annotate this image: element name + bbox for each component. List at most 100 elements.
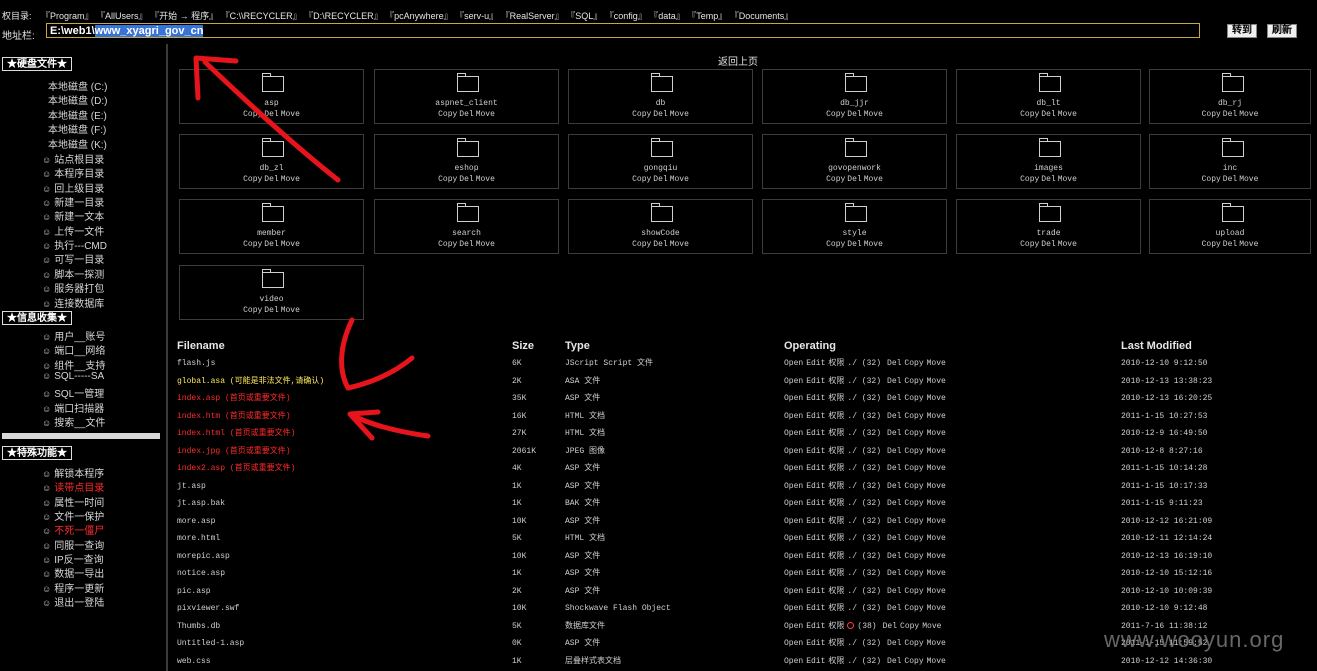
move-link[interactable]: Move <box>864 240 883 249</box>
open-link[interactable]: Open <box>784 447 803 456</box>
edit-link[interactable]: Edit <box>806 377 825 386</box>
edit-link[interactable]: Edit <box>806 639 825 648</box>
folder-name[interactable]: aspnet_client <box>375 99 558 108</box>
drive-item[interactable]: 本地磁盘 (D:) <box>48 92 107 107</box>
folder-tile[interactable]: style Copy Del Move <box>762 199 947 254</box>
open-link[interactable]: Open <box>784 587 803 596</box>
move-link[interactable]: Move <box>670 175 689 184</box>
delete-link[interactable]: Del <box>887 587 901 596</box>
move-link[interactable]: Move <box>281 240 300 249</box>
move-link[interactable]: Move <box>927 587 946 596</box>
move-link[interactable]: Move <box>476 240 495 249</box>
edit-link[interactable]: Edit <box>806 552 825 561</box>
delete-link[interactable]: Del <box>264 306 278 315</box>
delete-link[interactable]: Del <box>653 175 667 184</box>
permission-dir-link[interactable]: 『pcAnywhere』 <box>390 11 453 21</box>
move-link[interactable]: Move <box>927 604 946 613</box>
permission-dir-link[interactable]: 『data』 <box>654 11 685 21</box>
file-name[interactable]: more.asp <box>177 513 215 530</box>
table-row[interactable]: web.css 1K 层叠样式表文档 Open Edit 权限 ./ (32) Del Copy… <box>0 653 1317 670</box>
folder-name[interactable]: db_rj <box>1150 99 1310 108</box>
permission-link[interactable]: 权限 ./ (32) <box>828 359 884 368</box>
copy-link[interactable]: Copy <box>1202 240 1221 249</box>
open-link[interactable]: Open <box>784 499 803 508</box>
folder-name[interactable]: images <box>957 164 1140 173</box>
delete-link[interactable]: Del <box>653 110 667 119</box>
move-link[interactable]: Move <box>864 110 883 119</box>
copy-link[interactable]: Copy <box>826 110 845 119</box>
sidebar-item[interactable]: ☺ 新建一目录 <box>42 194 104 209</box>
file-name[interactable]: morepic.asp <box>177 548 230 565</box>
move-link[interactable]: Move <box>927 429 946 438</box>
delete-link[interactable]: Del <box>847 175 861 184</box>
folder-tile[interactable]: trade Copy Del Move <box>956 199 1141 254</box>
drive-item[interactable]: 本地磁盘 (C:) <box>48 78 107 93</box>
copy-link[interactable]: Copy <box>904 394 923 403</box>
back-link[interactable]: 返回上页 <box>718 53 758 68</box>
move-link[interactable]: Move <box>927 499 946 508</box>
copy-link[interactable]: Copy <box>904 569 923 578</box>
move-link[interactable]: Move <box>1058 175 1077 184</box>
copy-link[interactable]: Copy <box>243 240 262 249</box>
folder-tile[interactable]: db_zl Copy Del Move <box>179 134 364 189</box>
open-link[interactable]: Open <box>784 622 803 631</box>
edit-link[interactable]: Edit <box>806 412 825 421</box>
permission-dir-link[interactable]: 『config』 <box>609 11 647 21</box>
folder-name[interactable]: upload <box>1150 229 1310 238</box>
move-link[interactable]: Move <box>927 639 946 648</box>
delete-link[interactable]: Del <box>847 240 861 249</box>
sidebar-item[interactable]: ☺ 新建一文本 <box>42 208 104 223</box>
move-link[interactable]: Move <box>1058 110 1077 119</box>
open-link[interactable]: Open <box>784 639 803 648</box>
folder-tile[interactable]: eshop Copy Del Move <box>374 134 559 189</box>
edit-link[interactable]: Edit <box>806 517 825 526</box>
table-row[interactable]: more.asp 10K ASP 文件 Open Edit 权限 ./ (32) Del Cop… <box>0 513 1317 530</box>
delete-link[interactable]: Del <box>459 110 473 119</box>
copy-link[interactable]: Copy <box>904 359 923 368</box>
copy-link[interactable]: Copy <box>243 175 262 184</box>
edit-link[interactable]: Edit <box>806 359 825 368</box>
folder-tile[interactable]: db Copy Del Move <box>568 69 753 124</box>
move-link[interactable]: Move <box>476 110 495 119</box>
goto-button[interactable]: 转到 <box>1227 24 1257 38</box>
permission-link[interactable]: 权限 ./ (32) <box>828 639 884 648</box>
delete-link[interactable]: Del <box>887 534 901 543</box>
folder-name[interactable]: db_zl <box>180 164 363 173</box>
permission-link[interactable]: 权限 ./ (32) <box>828 464 884 473</box>
sidebar-item[interactable]: ☺ 回上级目录 <box>42 180 104 195</box>
open-link[interactable]: Open <box>784 412 803 421</box>
delete-link[interactable]: Del <box>264 110 278 119</box>
edit-link[interactable]: Edit <box>806 482 825 491</box>
open-link[interactable]: Open <box>784 604 803 613</box>
move-link[interactable]: Move <box>281 306 300 315</box>
folder-name[interactable]: gongqiu <box>569 164 752 173</box>
edit-link[interactable]: Edit <box>806 604 825 613</box>
delete-link[interactable]: Del <box>264 175 278 184</box>
folder-tile[interactable]: db_lt Copy Del Move <box>956 69 1141 124</box>
delete-link[interactable]: Del <box>887 517 901 526</box>
move-link[interactable]: Move <box>1239 110 1258 119</box>
move-link[interactable]: Move <box>1239 175 1258 184</box>
file-name[interactable]: index.asp (首页或重要文件) <box>177 390 291 407</box>
delete-link[interactable]: Del <box>653 240 667 249</box>
delete-link[interactable]: Del <box>883 622 897 631</box>
folder-tile[interactable]: gongqiu Copy Del Move <box>568 134 753 189</box>
copy-link[interactable]: Copy <box>438 110 457 119</box>
folder-name[interactable]: asp <box>180 99 363 108</box>
delete-link[interactable]: Del <box>1223 240 1237 249</box>
permission-dir-link[interactable]: 『C:\\RECYCLER』 <box>225 11 302 21</box>
permission-link[interactable]: 权限 ./ (32) <box>828 517 884 526</box>
edit-link[interactable]: Edit <box>806 569 825 578</box>
file-name[interactable]: index.html (首页或重要文件) <box>177 425 295 442</box>
file-name[interactable]: flash.js <box>177 355 215 372</box>
edit-link[interactable]: Edit <box>806 447 825 456</box>
folder-tile[interactable]: inc Copy Del Move <box>1149 134 1311 189</box>
folder-name[interactable]: search <box>375 229 558 238</box>
delete-link[interactable]: Del <box>1223 110 1237 119</box>
table-row[interactable]: more.html 5K HTML 文档 Open Edit 权限 ./ (32) Del Co… <box>0 530 1317 547</box>
delete-link[interactable]: Del <box>459 175 473 184</box>
delete-link[interactable]: Del <box>1223 175 1237 184</box>
move-link[interactable]: Move <box>927 569 946 578</box>
permission-link[interactable]: 权限 (38) <box>828 621 879 631</box>
permission-dir-link[interactable]: 『D:\RECYCLER』 <box>309 11 383 21</box>
